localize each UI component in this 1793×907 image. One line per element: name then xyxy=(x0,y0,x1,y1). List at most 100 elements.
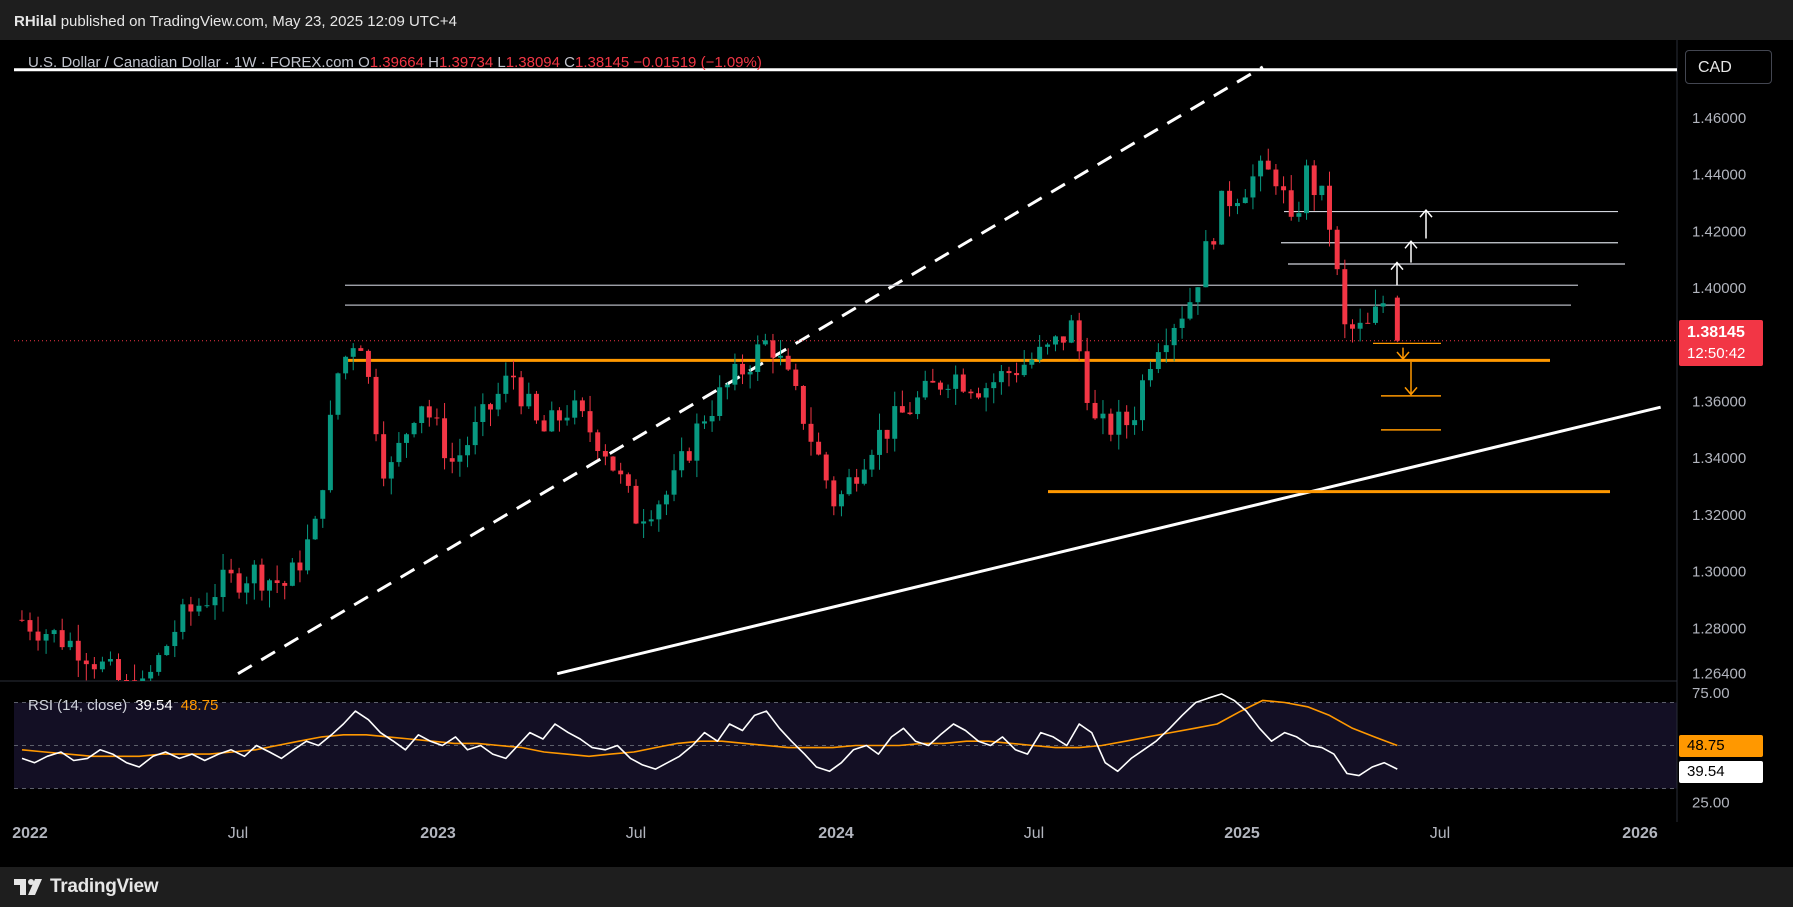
candle-body xyxy=(1296,213,1302,217)
candle-body xyxy=(35,631,41,641)
candle-body xyxy=(472,421,478,446)
candle-body xyxy=(1342,269,1348,325)
candle-body xyxy=(602,451,608,457)
candle-body xyxy=(426,406,432,418)
high-value: 1.39734 xyxy=(439,54,494,71)
x-tick-label: 2022 xyxy=(12,825,48,842)
candle-body xyxy=(511,375,516,378)
candle-body xyxy=(1334,229,1340,270)
candle-body xyxy=(1052,336,1058,345)
candle-body xyxy=(1124,411,1130,426)
candle-body xyxy=(67,640,73,648)
candle-body xyxy=(648,519,654,522)
x-tick-label: Jul xyxy=(1430,825,1450,842)
candle-body xyxy=(549,410,555,432)
candle-body xyxy=(816,441,822,455)
candle-body xyxy=(747,371,753,375)
candle-body xyxy=(1045,344,1051,347)
candle-body xyxy=(19,619,25,621)
candle-body xyxy=(148,671,154,679)
candle-body xyxy=(1227,190,1233,207)
last-price-tag: 1.38145 12:50:42 xyxy=(1679,320,1763,366)
candle-body xyxy=(305,539,311,571)
candle-body xyxy=(107,659,113,662)
candle-body xyxy=(998,371,1004,383)
candle-body xyxy=(778,355,784,358)
candle-body xyxy=(1179,318,1185,328)
candle-body xyxy=(1311,165,1317,196)
candle-body xyxy=(709,415,715,422)
y-tick-label: 1.32000 xyxy=(1692,507,1746,524)
candle-body xyxy=(274,580,280,584)
y-tick-label: 1.30000 xyxy=(1692,564,1746,581)
candle-body xyxy=(793,369,799,386)
candle-body xyxy=(381,434,387,479)
candle-body xyxy=(823,454,829,481)
candle-body xyxy=(1116,411,1122,435)
candle-body xyxy=(1147,369,1153,381)
candle-body xyxy=(320,490,326,519)
candle-body xyxy=(51,630,57,635)
close-value: 1.38145 xyxy=(575,54,630,71)
candle-body xyxy=(1258,160,1264,177)
x-tick-label: Jul xyxy=(228,825,248,842)
candle-body xyxy=(679,451,685,471)
last-price: 1.38145 xyxy=(1687,324,1745,341)
symbol-name[interactable]: U.S. Dollar / Canadian Dollar · 1W · FOR… xyxy=(28,54,354,71)
y-tick-label: 1.36000 xyxy=(1692,394,1746,411)
candle-body xyxy=(267,580,273,591)
candle-body xyxy=(289,562,295,586)
candle-body xyxy=(1006,371,1012,374)
price-chart[interactable]: 1.460001.440001.420001.400001.380001.360… xyxy=(0,0,1793,867)
candle-body xyxy=(1195,287,1201,303)
candle-body xyxy=(785,355,791,370)
candle-body xyxy=(156,655,162,672)
candle-body xyxy=(663,494,669,505)
rsi-upper-label: 75.00 xyxy=(1692,685,1730,702)
rising-support-trendline xyxy=(556,405,1662,676)
bar-countdown: 12:50:42 xyxy=(1687,345,1746,362)
candle-body xyxy=(488,404,493,410)
y-tick-label: 1.46000 xyxy=(1692,110,1746,127)
candle-body xyxy=(396,442,402,463)
candle-body xyxy=(595,432,601,452)
candle-body xyxy=(1132,420,1138,426)
change-value: −0.01519 (−1.09%) xyxy=(633,54,762,71)
candle-body xyxy=(1163,345,1169,353)
candle-body xyxy=(587,411,593,433)
candle-body xyxy=(831,480,837,507)
y-tick-label: 1.28000 xyxy=(1692,620,1746,637)
candle-body xyxy=(656,504,662,520)
candle-body xyxy=(228,569,234,574)
candle-body xyxy=(641,521,647,524)
candle-body xyxy=(1327,185,1332,230)
candle-body xyxy=(1140,380,1146,421)
candle-body xyxy=(204,605,210,607)
price-pane xyxy=(14,65,1677,681)
candle-body xyxy=(541,420,547,432)
candle-body xyxy=(419,406,425,424)
candle-body xyxy=(350,348,356,357)
candle-body xyxy=(633,485,639,524)
candle-body xyxy=(457,455,463,462)
candle-body xyxy=(983,388,989,398)
currency-button[interactable]: CAD xyxy=(1685,50,1772,84)
candle-body xyxy=(1357,322,1363,329)
footer-bar: TradingView xyxy=(0,867,1793,907)
candle-body xyxy=(1076,320,1082,352)
candle-body xyxy=(701,421,707,424)
candle-body xyxy=(236,573,242,593)
candle-body xyxy=(327,414,333,491)
candle-body xyxy=(854,477,860,484)
candle-body xyxy=(503,375,509,394)
rsi-label[interactable]: RSI (14, close) xyxy=(28,697,127,714)
candle-body xyxy=(124,680,130,681)
candle-body xyxy=(434,417,440,419)
tradingview-logo[interactable]: TradingView xyxy=(14,876,159,898)
candle-body xyxy=(1021,364,1027,376)
x-tick-label: 2025 xyxy=(1224,825,1260,842)
candle-body xyxy=(244,583,250,593)
candle-body xyxy=(1288,190,1294,217)
candle-body xyxy=(755,344,761,372)
rsi-lower-label: 25.00 xyxy=(1692,794,1730,811)
